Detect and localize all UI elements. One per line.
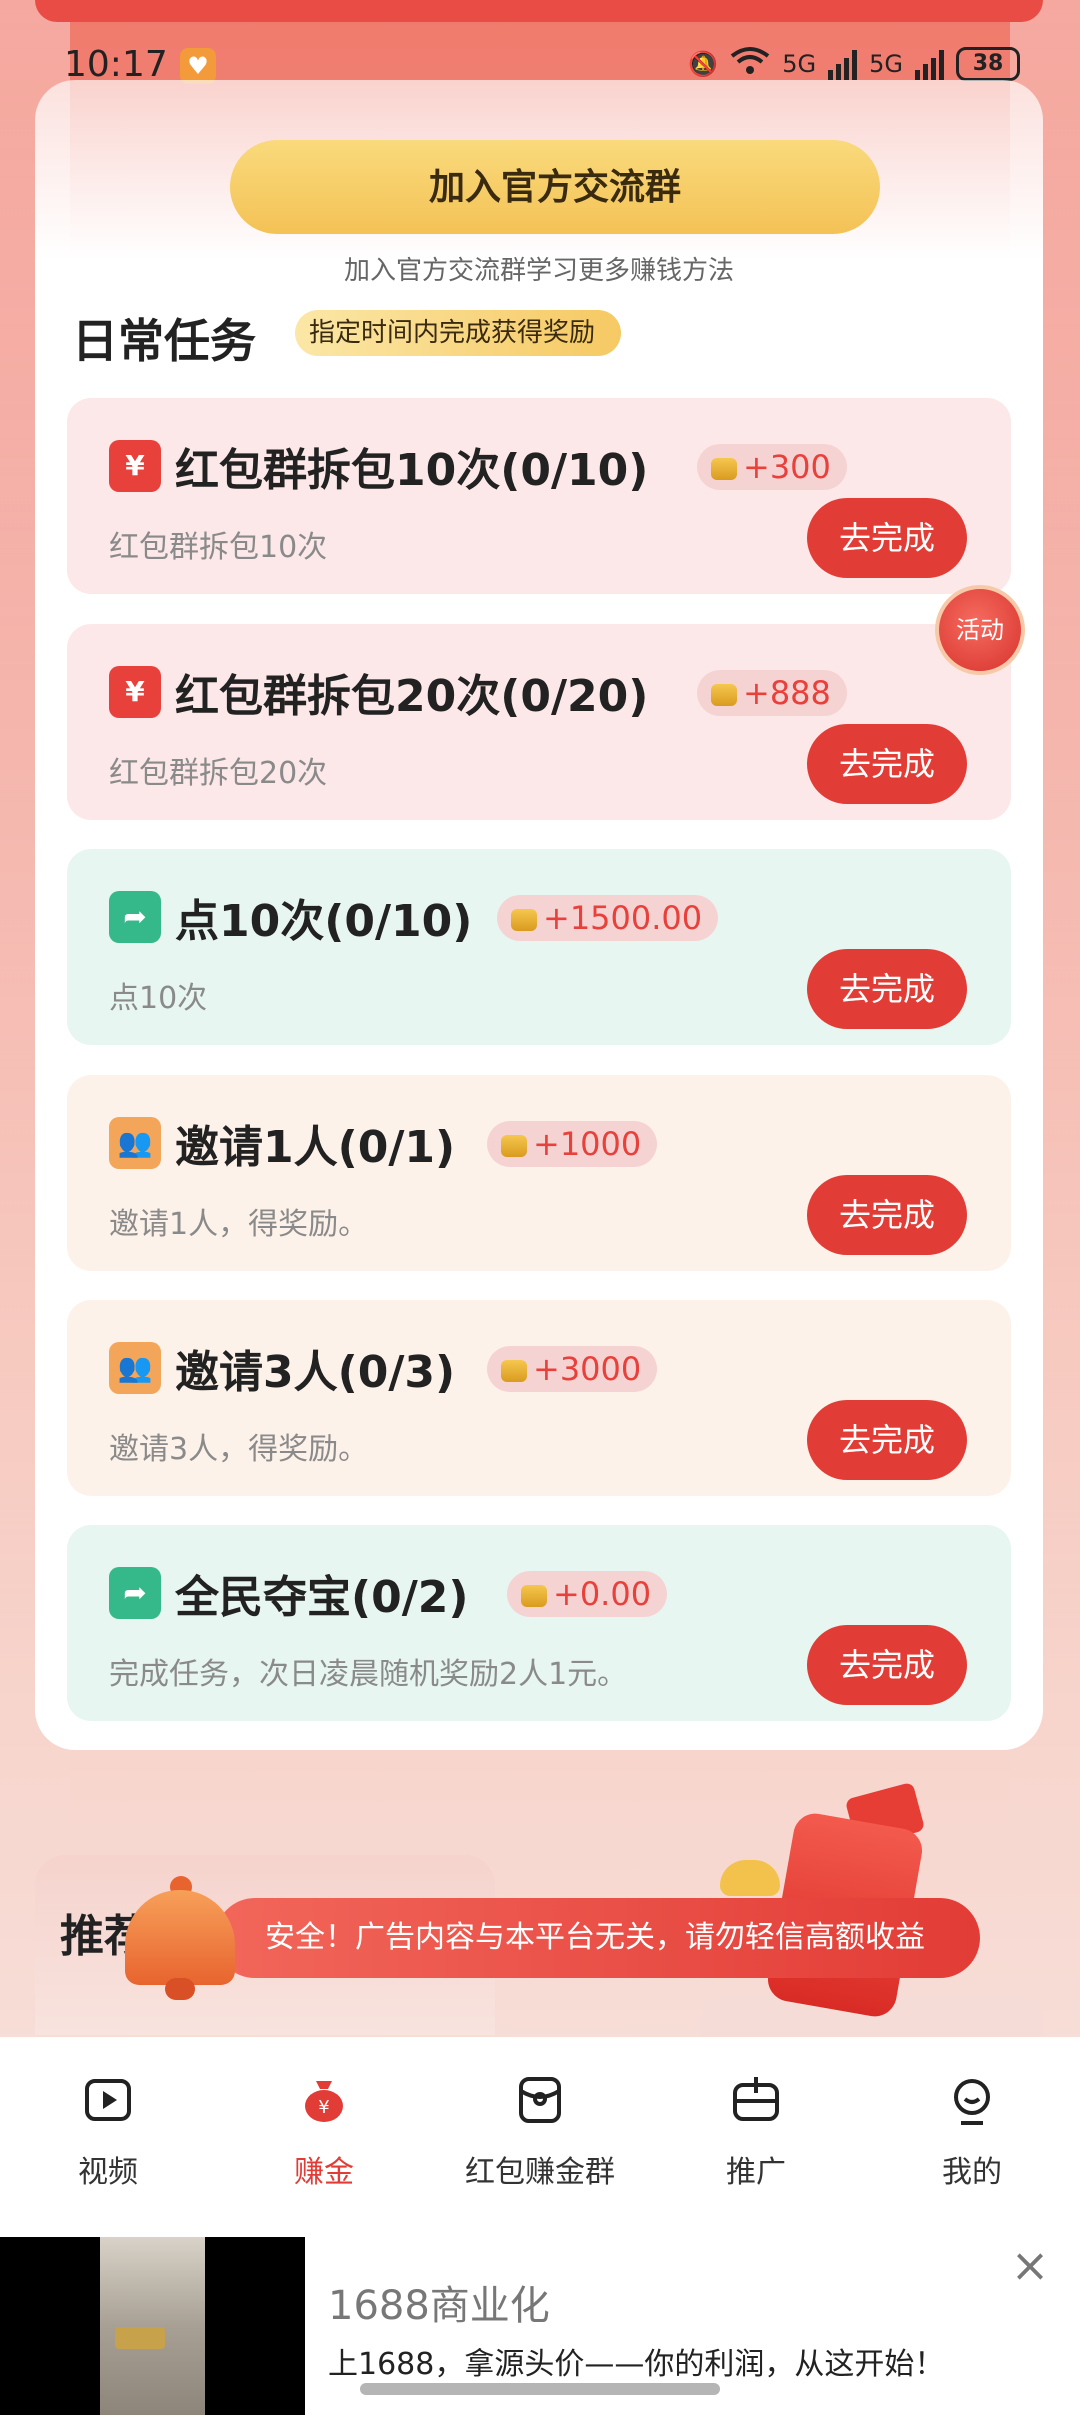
invite-users-icon: 👥 <box>109 1117 161 1169</box>
close-icon[interactable]: × <box>1005 2240 1055 2290</box>
ad-desc: 上1688，拿源头价——你的利润，从这开始！ <box>328 2347 945 2382</box>
task-title: 红包群拆包20次(0/20) <box>175 671 649 722</box>
network-label-2: 5G <box>869 50 903 78</box>
reward-value: +1000 <box>533 1125 642 1163</box>
task-item: ➦ 全民夺宝(0/2) +0.00 完成任务，次日凌晨随机奖励2人1元。 去完成 <box>67 1525 1011 1721</box>
ad-thumbnail <box>0 2237 305 2415</box>
top-card-edge <box>35 0 1043 22</box>
signal-icon <box>915 48 944 80</box>
network-label-1: 5G <box>782 50 817 78</box>
task-title: 红包群拆包10次(0/10) <box>175 445 649 496</box>
signal-icon <box>828 48 858 80</box>
task-desc: 邀请1人，得奖励。 <box>109 1207 369 1242</box>
reward-value: +300 <box>743 448 831 486</box>
ad-title: 1688商业化 <box>328 2283 550 2329</box>
task-item: 👥 邀请3人(0/3) +3000 邀请3人，得奖励。 去完成 <box>67 1300 1011 1496</box>
coin-icon <box>501 1135 527 1157</box>
reward-badge: +1000 <box>487 1121 658 1167</box>
reward-value: +1500.00 <box>543 899 703 937</box>
tab-label: 赚金 <box>294 2155 354 2190</box>
status-icons: 🔕 5G 5G 38 <box>688 46 1020 82</box>
task-title: 点10次(0/10) <box>175 896 473 947</box>
tab-red-envelope-group[interactable]: 红包赚金群 <box>432 2057 648 2207</box>
heart-icon: ♥ <box>180 48 216 84</box>
wifi-icon <box>730 46 770 82</box>
task-desc: 红包群拆包20次 <box>109 756 328 791</box>
tab-video[interactable]: 视频 <box>0 2057 216 2207</box>
task-desc: 邀请3人，得奖励。 <box>109 1432 369 1467</box>
task-item: 👥 邀请1人(0/1) +1000 邀请1人，得奖励。 去完成 <box>67 1075 1011 1271</box>
status-time: 10:17 <box>64 44 168 85</box>
share-icon: ➦ <box>109 891 161 943</box>
reward-badge: +3000 <box>487 1346 658 1392</box>
notice-marquee: 安全！广告内容与本平台无关，请勿轻信高额收益 <box>215 1898 980 1978</box>
red-envelope-icon: ¥ <box>109 440 161 492</box>
section-title: 日常任务 <box>72 314 256 368</box>
coin-icon <box>521 1585 547 1607</box>
bottom-tab-bar: 视频 ¥ 赚金 红包赚金群 推广 我的 <box>0 2037 1080 2237</box>
coin-icon <box>711 684 737 706</box>
invite-users-icon: 👥 <box>109 1342 161 1394</box>
mute-icon: 🔕 <box>688 50 719 78</box>
tab-label: 视频 <box>78 2155 138 2190</box>
task-item: ➦ 点10次(0/10) +1500.00 点10次 去完成 <box>67 849 1011 1045</box>
video-icon <box>85 2079 131 2121</box>
go-complete-button[interactable]: 去完成 <box>807 1175 967 1255</box>
task-desc: 点10次 <box>109 981 208 1016</box>
share-icon: ➦ <box>109 1567 161 1619</box>
activity-floating-badge[interactable]: 活动 <box>935 585 1025 675</box>
task-desc: 完成任务，次日凌晨随机奖励2人1元。 <box>109 1657 628 1692</box>
task-title: 邀请1人(0/1) <box>175 1122 456 1173</box>
tab-earn[interactable]: ¥ 赚金 <box>216 2057 432 2207</box>
user-profile-icon <box>954 2079 990 2125</box>
join-group-desc: 加入官方交流群学习更多赚钱方法 <box>343 256 734 286</box>
battery-indicator: 38 <box>956 47 1020 81</box>
reward-value: +0.00 <box>553 1575 652 1613</box>
reward-badge: +300 <box>697 444 847 490</box>
reward-badge: +888 <box>697 670 847 716</box>
go-complete-button[interactable]: 去完成 <box>807 498 967 578</box>
coin-icon <box>711 458 737 480</box>
svg-text:¥: ¥ <box>318 2097 329 2118</box>
red-envelope-icon: ¥ <box>109 666 161 718</box>
tab-promote[interactable]: 推广 <box>648 2057 864 2207</box>
go-complete-button[interactable]: 去完成 <box>807 724 967 804</box>
reward-value: +888 <box>743 674 831 712</box>
task-title: 全民夺宝(0/2) <box>175 1572 469 1623</box>
gold-ingot-icon <box>720 1860 780 1896</box>
coin-icon <box>511 909 537 931</box>
task-item: ¥ 红包群拆包20次(0/20) +888 红包群拆包20次 去完成 <box>67 624 1011 820</box>
money-bag-icon: ¥ <box>305 2081 343 2122</box>
tab-label: 红包赚金群 <box>465 2155 615 2190</box>
bell-icon <box>115 1870 245 2000</box>
coin-icon <box>501 1360 527 1382</box>
tab-label: 推广 <box>726 2155 786 2190</box>
tab-label: 我的 <box>942 2155 1002 2190</box>
daily-tasks-card: 加入官方交流群 加入官方交流群学习更多赚钱方法 日常任务 指定时间内完成获得奖励… <box>35 80 1043 1750</box>
reward-badge: +0.00 <box>507 1571 668 1617</box>
go-complete-button[interactable]: 去完成 <box>807 949 967 1029</box>
task-title: 邀请3人(0/3) <box>175 1347 456 1398</box>
red-envelope-group-icon <box>519 2077 561 2123</box>
join-group-button[interactable]: 加入官方交流群 <box>230 140 880 234</box>
reward-value: +3000 <box>533 1350 642 1388</box>
section-badge: 指定时间内完成获得奖励 <box>295 310 622 356</box>
tab-me[interactable]: 我的 <box>864 2057 1080 2207</box>
task-desc: 红包群拆包10次 <box>109 530 328 565</box>
task-item: ¥ 红包群拆包10次(0/10) +300 红包群拆包10次 去完成 <box>67 398 1011 594</box>
home-indicator[interactable] <box>360 2383 720 2395</box>
go-complete-button[interactable]: 去完成 <box>807 1400 967 1480</box>
go-complete-button[interactable]: 去完成 <box>807 1625 967 1705</box>
reward-badge: +1500.00 <box>497 895 719 941</box>
promote-icon <box>733 2077 779 2121</box>
